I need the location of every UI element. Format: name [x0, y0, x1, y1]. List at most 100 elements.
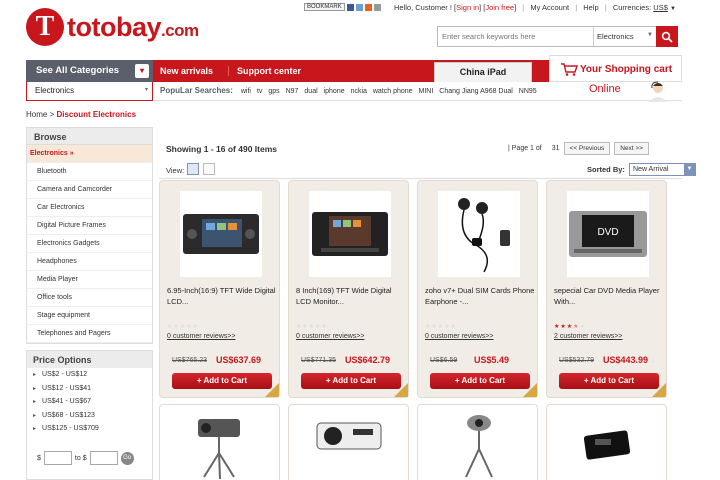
support-agent-icon[interactable]	[646, 80, 670, 102]
product-image[interactable]: DVD	[567, 191, 649, 277]
search-input[interactable]	[438, 27, 593, 46]
see-all-categories-label: See All Categories	[36, 65, 120, 76]
product-image[interactable]	[438, 191, 520, 277]
sidebar-item[interactable]: Headphones	[27, 253, 152, 271]
sidebar-item[interactable]: Media Player	[27, 271, 152, 289]
product-reviews-link[interactable]: 0 customer reviews>>	[167, 333, 235, 340]
price-min-input[interactable]	[43, 451, 72, 465]
sidebar-item[interactable]: Bluetooth	[27, 163, 152, 181]
price-range-link[interactable]: US$2 - US$12	[27, 368, 152, 382]
price-range-link[interactable]: US$12 - US$41	[27, 382, 152, 396]
popular-search-link[interactable]: Chang Jiang A968 Dual	[439, 88, 513, 95]
search-button[interactable]	[656, 26, 678, 47]
popular-search-link[interactable]: gps	[268, 88, 279, 95]
product-name[interactable]: 6.95-Inch(16:9) TFT Wide Digital LCD...	[167, 285, 277, 307]
product-reviews-link[interactable]: 0 customer reviews>>	[425, 333, 493, 340]
product-reviews-link[interactable]: 2 customer reviews>>	[554, 333, 622, 340]
product-rating: ★★★★★	[167, 324, 199, 330]
help-link[interactable]: Help	[583, 3, 598, 12]
popular-search-link[interactable]: iphone	[324, 88, 345, 95]
sidebar-item[interactable]: Car Electronics	[27, 199, 152, 217]
shopping-cart-button[interactable]: Your Shopping cart	[549, 55, 682, 82]
logo[interactable]: T totobay.com	[26, 8, 199, 46]
currency-select[interactable]: US$	[653, 3, 668, 12]
ribbon-icon	[523, 383, 537, 397]
add-to-cart-button[interactable]: Add to Cart	[301, 373, 401, 389]
nav-china-ipad[interactable]: China iPad	[434, 62, 532, 82]
dvd-label: DVD	[597, 227, 618, 238]
chevron-down-icon[interactable]: ▼	[670, 6, 676, 12]
join-free-link[interactable]: Join free	[485, 3, 514, 12]
add-to-cart-button[interactable]: Add to Cart	[559, 373, 659, 389]
next-page-button[interactable]: Next >>	[614, 142, 649, 155]
popular-search-link[interactable]: NN95	[519, 88, 537, 95]
car-stereo-image	[312, 212, 388, 256]
device-image[interactable]	[577, 429, 637, 469]
sidebar-item[interactable]: Camera and Camcorder	[27, 181, 152, 199]
chevron-down-icon: ▼	[684, 164, 695, 175]
product-image[interactable]	[309, 191, 391, 277]
price-range-link[interactable]: US$125 - US$709	[27, 422, 152, 436]
product-name[interactable]: sepecial Car DVD Media Player With...	[554, 285, 664, 307]
popular-search-link[interactable]: dual	[304, 88, 317, 95]
product-image[interactable]	[180, 191, 262, 277]
add-to-cart-button[interactable]: Add to Cart	[172, 373, 272, 389]
car-dvd-image: DVD	[569, 211, 647, 257]
delicious-icon[interactable]	[355, 3, 363, 11]
sidebar-item[interactable]: Telephones and Pagers	[27, 325, 152, 343]
nav-support-center[interactable]: Support center	[228, 66, 301, 76]
nav-new-arrivals[interactable]: New arrivals	[160, 66, 213, 76]
results-count: Showing 1 - 16 of 490 Items	[166, 144, 278, 154]
previous-page-button[interactable]: << Previous	[563, 142, 611, 155]
cart-icon	[561, 63, 578, 76]
price-max-input[interactable]	[89, 451, 118, 465]
digg-icon[interactable]	[364, 3, 372, 11]
see-all-categories-button[interactable]: See All Categories ▾	[26, 60, 153, 82]
popular-search-link[interactable]: N97	[286, 88, 299, 95]
product-name[interactable]: zoho v7+ Dual SIM Cards Phone Earphone -…	[425, 285, 535, 307]
popular-search-link[interactable]: watch phone	[373, 88, 413, 95]
product-name[interactable]: 8 Inch(169) TFT Wide Digital LCD Monitor…	[296, 285, 406, 307]
mini-projector-image[interactable]	[452, 413, 506, 479]
projector-image[interactable]	[184, 413, 258, 479]
my-account-link[interactable]: My Account	[530, 3, 569, 12]
list-view-icon[interactable]	[203, 163, 215, 175]
sidebar-item[interactable]: Office tools	[27, 289, 152, 307]
product-price: US$637.69	[216, 355, 262, 365]
search-category-select[interactable]: Electronics ▼	[593, 27, 657, 46]
sort-select[interactable]: New Arrival ▼	[629, 163, 696, 176]
breadcrumb-home[interactable]: Home	[26, 110, 47, 119]
product-old-price: US$771.35	[301, 357, 337, 364]
sidebar-item-electronics[interactable]: Electronics »	[27, 145, 152, 163]
popular-searches-label: PopuLar Searches:	[160, 86, 233, 95]
price-go-button[interactable]: Go	[120, 451, 134, 465]
online-status[interactable]: Online	[589, 83, 621, 95]
popular-search-link[interactable]: nckia	[351, 88, 367, 95]
projector-image[interactable]	[313, 415, 387, 455]
sidebar-item[interactable]: Digital Picture Frames	[27, 217, 152, 235]
sidebar-item[interactable]: Stage equipment	[27, 307, 152, 325]
product-reviews-link[interactable]: 0 customer reviews>>	[296, 333, 364, 340]
breadcrumb: Home > Discount Electronics	[26, 110, 136, 119]
view-sort-row: View: Sorted By: New Arrival ▼	[159, 163, 696, 179]
product-price: US$642.79	[345, 355, 391, 365]
popular-search-link[interactable]: wifi	[241, 88, 251, 95]
price-range-link[interactable]: US$41 - US$67	[27, 395, 152, 409]
product-rating: ★★★★★	[296, 324, 328, 330]
product-card: DVD sepecial Car DVD Media Player With..…	[546, 180, 667, 398]
ribbon-icon	[265, 383, 279, 397]
bookmark-button[interactable]: BOOKMARK	[304, 3, 345, 11]
facebook-icon[interactable]	[346, 3, 354, 11]
popular-search-link[interactable]: MINI	[419, 88, 434, 95]
selected-category[interactable]: Electronics ▾	[26, 82, 153, 101]
sidebar: Browse Electronics » Bluetooth Camera an…	[26, 127, 153, 344]
sidebar-item[interactable]: Electronics Gadgets	[27, 235, 152, 253]
popular-search-link[interactable]: tv	[257, 88, 262, 95]
grid-view-icon[interactable]	[187, 163, 199, 175]
sign-in-link[interactable]: Sign in	[456, 3, 479, 12]
more-share-icon[interactable]	[373, 3, 381, 11]
custom-price-range: $ to $ Go	[37, 451, 134, 465]
price-range-link[interactable]: US$68 - US$123	[27, 409, 152, 423]
add-to-cart-button[interactable]: Add to Cart	[430, 373, 530, 389]
breadcrumb-current: Discount Electronics	[56, 110, 137, 119]
